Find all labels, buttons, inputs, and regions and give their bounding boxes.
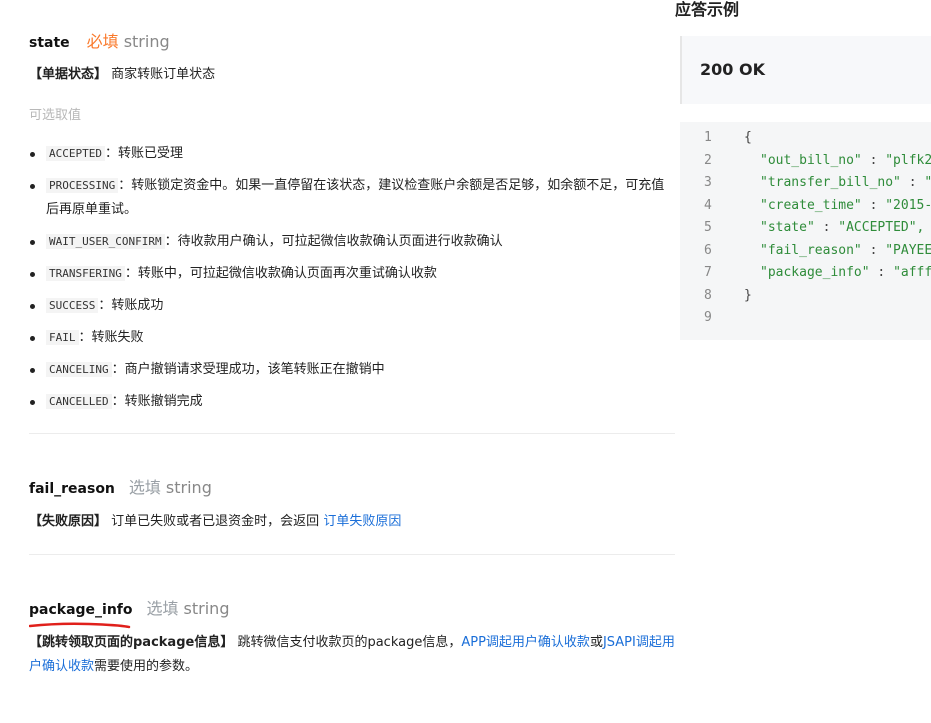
option-code: TRANSFERING — [46, 266, 125, 281]
code-line: 5 "state" : "ACCEPTED", — [680, 220, 931, 242]
option-code: WAIT_USER_CONFIRM — [46, 234, 165, 249]
option-item: FAIL ：转账失败 — [29, 326, 675, 350]
divider — [29, 433, 675, 434]
option-text: ：转账已受理 — [104, 146, 183, 161]
line-number: 2 — [704, 152, 712, 168]
json-key: "transfer_bill_no" — [760, 175, 901, 190]
code-line: 2 "out_bill_no" : "plfk2020042013", — [680, 153, 931, 175]
json-brace: { — [744, 130, 752, 145]
code-line: 6 "fail_reason" : "PAYEE_ACCOUNT_ABNORMAL… — [680, 243, 931, 265]
line-number: 4 — [704, 197, 712, 213]
fail-reason-link[interactable]: 订单失败原因 — [323, 514, 401, 529]
code-line: 9 — [680, 310, 931, 332]
field-name: state — [29, 35, 70, 51]
line-number: 9 — [704, 310, 712, 325]
app-confirm-link[interactable]: APP调起用户确认收款 — [461, 635, 590, 650]
json-value: "133000007110099999118202005070001948000… — [924, 175, 931, 190]
field-description-fail-reason: 【失败原因】 订单已失败或者已退资金时，会返回 订单失败原因 — [29, 510, 675, 534]
json-value: "2015-05-20T13:29:35.120+08:00", — [885, 197, 931, 213]
field-type: string — [165, 478, 212, 497]
desc-text: 订单已失败或者已退资金时，会返回 — [111, 514, 320, 529]
json-value: "PAYEE_ACCOUNT_ABNORMAL", — [885, 242, 931, 258]
required-badge: 必填 — [86, 32, 119, 51]
desc-text: 跳转微信支付收款页的package信息， — [237, 635, 462, 650]
option-code: PROCESSING — [46, 178, 119, 193]
code-line: 3 "transfer_bill_no" : "13300000711009999… — [680, 175, 931, 197]
options-list: ACCEPTED ：转账已受理 PROCESSING ：转账锁定资金中。如果一直停留在… — [29, 142, 675, 422]
field-type: string — [123, 32, 170, 51]
option-code: CANCELLED — [46, 394, 112, 409]
red-underline-annotation — [29, 622, 131, 629]
code-line: 4 "create_time" : "2015-05-20T13:29:35.12… — [680, 198, 931, 220]
field-name: package_info — [29, 602, 133, 618]
field-description-package-info: 【跳转领取页面的package信息】 跳转微信支付收款页的package信息，A… — [29, 631, 675, 679]
option-code: SUCCESS — [46, 298, 99, 313]
line-number: 3 — [704, 175, 712, 190]
desc-tail: 需要使用的参数。 — [94, 659, 199, 674]
line-number: 6 — [704, 242, 712, 258]
option-item: ACCEPTED ：转账已受理 — [29, 142, 675, 166]
code-block: 1{2"out_bill_no" : "plfk2020042013",3"tr… — [680, 122, 931, 340]
field-type: string — [183, 599, 230, 618]
field-description-state: 【单据状态】 商家转账订单状态 — [29, 63, 675, 87]
line-number: 5 — [704, 220, 712, 235]
option-item: TRANSFERING ：转账中，可拉起微信收款确认页面再次重试确认收款 — [29, 262, 675, 286]
desc-title: 【失败原因】 — [29, 514, 108, 529]
optional-badge: 选填 — [146, 599, 179, 618]
json-separator: : — [861, 242, 886, 258]
option-text: ：转账成功 — [98, 298, 164, 313]
desc-title: 【单据状态】 — [29, 67, 108, 82]
json-key: "fail_reason" — [760, 242, 862, 258]
line-number: 7 — [704, 265, 712, 280]
optional-badge: 选填 — [128, 478, 161, 497]
json-value: "ACCEPTED", — [838, 220, 925, 235]
option-code: FAIL — [46, 330, 79, 345]
line-number: 1 — [704, 130, 712, 145]
json-separator: : — [869, 265, 894, 280]
option-code: CANCELING — [46, 362, 112, 377]
field-name: fail_reason — [29, 481, 115, 497]
code-line: 8} — [680, 288, 931, 310]
option-text: ：转账锁定资金中。如果一直停留在该状态，建议检查账户余额是否足够，如余额不足，可… — [46, 178, 665, 217]
divider — [29, 554, 675, 555]
json-key: "state" — [760, 220, 815, 235]
line-number: 8 — [704, 287, 712, 303]
json-value: "affffddafdfafddffda==" — [893, 265, 931, 280]
json-separator: : — [814, 220, 839, 235]
desc-mid: 或 — [589, 635, 603, 650]
code-line: 7 "package_info" : "affffddafdfafddffda==… — [680, 265, 931, 287]
option-item: SUCCESS ：转账成功 — [29, 294, 675, 318]
option-item: PROCESSING ：转账锁定资金中。如果一直停留在该状态，建议检查账户余额是否… — [29, 174, 675, 222]
json-key: "create_time" — [760, 197, 862, 213]
desc-text: 商家转账订单状态 — [111, 67, 216, 82]
option-text: ：转账中，可拉起微信收款确认页面再次重试确认收款 — [124, 266, 437, 281]
field-header-package-info: package_info 选填 string — [29, 595, 229, 619]
json-separator: : — [900, 175, 925, 190]
option-item: CANCELLED ：转账撤销完成 — [29, 390, 675, 414]
json-brace: } — [744, 287, 752, 303]
field-header-state: state 必填 string — [29, 28, 170, 52]
response-example-title: 应答示例 — [675, 0, 740, 19]
json-key: "out_bill_no" — [760, 152, 862, 168]
json-separator: : — [861, 152, 886, 168]
option-text: ：商户撤销请求受理成功，该笔转账正在撤销中 — [111, 362, 385, 377]
option-item: WAIT_USER_CONFIRM ：待收款用户确认，可拉起微信收款确认页面进行收… — [29, 230, 675, 254]
status-code: 200 OK — [700, 60, 765, 79]
option-code: ACCEPTED — [46, 146, 105, 161]
option-text: ：转账失败 — [78, 330, 144, 345]
option-text: ：待收款用户确认，可拉起微信收款确认页面进行收款确认 — [164, 234, 503, 249]
options-label: 可选取值 — [29, 108, 82, 123]
json-value: "plfk2020042013", — [885, 152, 931, 168]
status-panel[interactable]: 200 OK — [680, 36, 931, 104]
option-text: ：转账撤销完成 — [111, 394, 203, 409]
option-item: CANCELING ：商户撤销请求受理成功，该笔转账正在撤销中 — [29, 358, 675, 382]
json-key: "package_info" — [760, 265, 870, 280]
field-header-fail-reason: fail_reason 选填 string — [29, 474, 212, 498]
json-separator: : — [861, 197, 886, 213]
code-line: 1{ — [680, 130, 931, 152]
desc-title: 【跳转领取页面的package信息】 — [29, 635, 234, 650]
